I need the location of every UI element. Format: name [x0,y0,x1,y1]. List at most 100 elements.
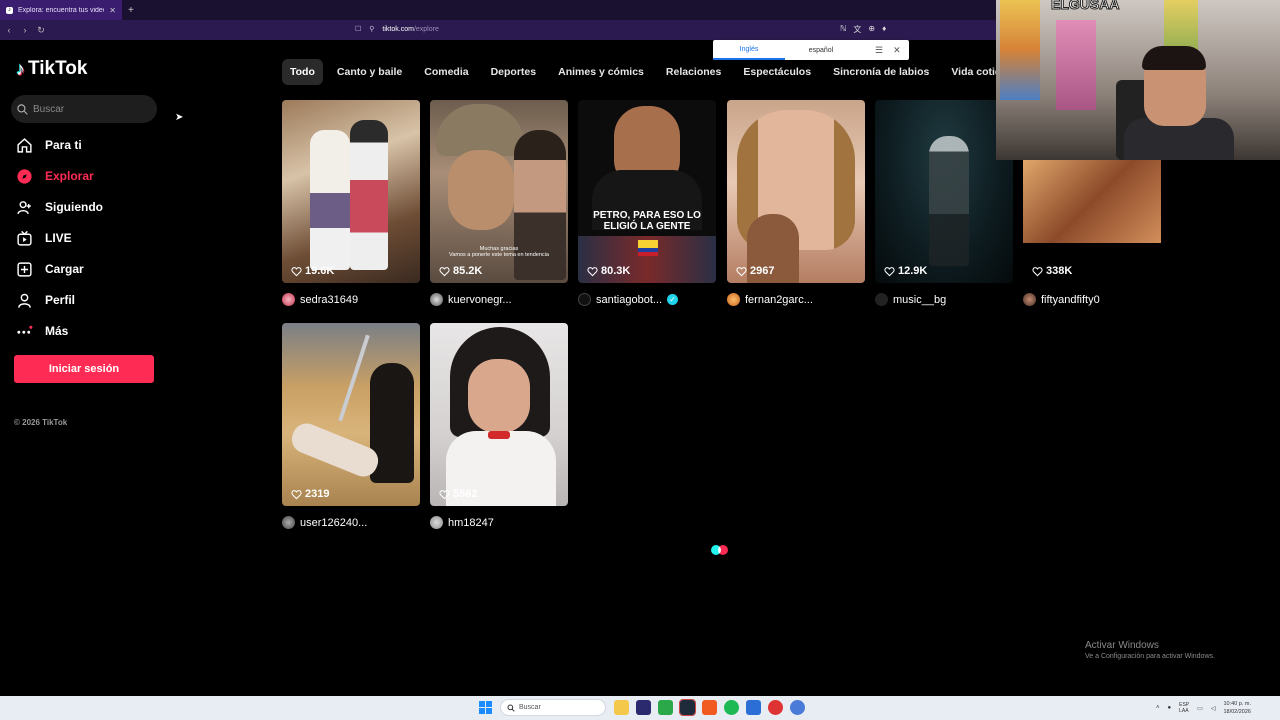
video-card[interactable]: 5562 hm18247 [430,323,568,529]
microphone-icon[interactable]: ● [1168,705,1172,711]
store-icon[interactable] [658,700,673,715]
upload-icon [16,261,33,278]
app-icon[interactable] [746,700,761,715]
premiere-icon[interactable] [636,700,651,715]
search-input[interactable]: Buscar [11,95,157,123]
video-card[interactable]: Muchas gracias Vamos a ponerle este tema… [430,100,568,306]
tab-canto-y-baile[interactable]: Canto y baile [329,59,410,85]
video-author[interactable]: santiagobot... ✓ [578,293,716,306]
sidebar-item-label: Perfil [45,293,76,307]
file-explorer-icon[interactable] [614,700,629,715]
tab-comedia[interactable]: Comedia [416,59,476,85]
thumbnail-face [448,150,514,230]
video-thumbnail[interactable]: Muchas gracias Vamos a ponerle este tema… [430,100,568,283]
translate-popup: Inglés español ☰ ✕ [713,40,909,60]
shield-icon[interactable]: ♦ [882,24,886,35]
video-thumbnail[interactable]: PETRO, PARA ESO LO ELIGIÓ LA GENTE 80.3K [578,100,716,283]
language-indicator[interactable]: ESP LAA [1179,702,1189,714]
url-host: tiktok.com [382,25,414,33]
translate-close-icon[interactable]: ✕ [893,45,901,56]
like-count-value: 19.6K [305,265,335,277]
video-card[interactable]: 2319 user126240... [282,323,420,529]
sidebar-item-label: LIVE [45,231,72,245]
video-author[interactable]: kuervonegr... [430,293,568,306]
tiktok-logo[interactable]: ♪ TikTok [16,58,87,80]
author-name: user126240... [300,516,368,529]
reader-icon[interactable]: ℕ [840,24,846,35]
video-author[interactable]: music__bg [875,293,1013,306]
thumbnail-bow [488,431,510,439]
tab-animes-y-comics[interactable]: Animes y cómics [550,59,652,85]
video-card[interactable]: 12.9K music__bg [875,100,1013,306]
sidebar-item-live[interactable]: LIVE [16,227,103,249]
tray-chevron-icon[interactable]: ˄ [1156,705,1160,711]
translate-source-tab[interactable]: Inglés [713,40,785,60]
video-author[interactable]: user126240... [282,516,420,529]
sidebar-item-para-ti[interactable]: Para ti [16,134,103,156]
tab-sincronia-de-labios[interactable]: Sincronía de labios [825,59,937,85]
video-author[interactable]: sedra31649 [282,293,420,306]
tab-todo[interactable]: Todo [282,59,323,85]
video-author[interactable]: fernan2garc... [727,293,865,306]
volume-icon[interactable]: ◁ [1211,705,1216,712]
video-thumbnail[interactable]: 2967 [727,100,865,283]
forward-icon[interactable]: › [18,25,32,35]
video-thumbnail[interactable]: 12.9K [875,100,1013,283]
video-thumbnail[interactable]: 5562 [430,323,568,506]
sidebar-item-cargar[interactable]: Cargar [16,258,103,280]
search-icon [507,704,515,712]
windows-start-icon[interactable] [479,701,492,714]
app-icon[interactable] [790,700,805,715]
site-info-icon[interactable]: ⚲ [369,25,374,33]
taskbar-search-input[interactable]: Buscar [500,699,606,716]
author-name: kuervonegr... [448,293,512,306]
translate-icon[interactable]: 文 [853,24,861,35]
video-card[interactable]: PETRO, PARA ESO LO ELIGIÓ LA GENTE 80.3K… [578,100,716,306]
network-icon[interactable]: ▭ [1197,705,1203,712]
bookmark-icon[interactable]: ☐ [355,25,361,33]
video-overlay-text: PETRO, PARA ESO LO ELIGIÓ LA GENTE [593,210,701,232]
sidebar-item-siguiendo[interactable]: Siguiendo [16,196,103,218]
tab-deportes[interactable]: Deportes [483,59,545,85]
close-tab-icon[interactable]: ✕ [109,6,116,15]
tab-espectaculos[interactable]: Espectáculos [735,59,819,85]
wall-poster [1056,20,1096,110]
translate-menu-icon[interactable]: ☰ [875,45,883,56]
taskbar-search-placeholder: Buscar [519,704,541,711]
like-count: 80.3K [587,265,630,277]
sidebar-item-mas[interactable]: Más [16,320,103,342]
back-icon[interactable]: ‹ [2,25,16,35]
like-count: 2319 [291,488,329,500]
tab-relaciones[interactable]: Relaciones [658,59,729,85]
address-bar[interactable]: ☐ ⚲ tiktok.com/explore [355,25,439,34]
video-thumbnail[interactable]: 2319 [282,323,420,506]
video-author[interactable]: fiftyandfifty0 [1023,293,1161,306]
avatar [282,516,295,529]
video-author[interactable]: hm18247 [430,516,568,529]
translate-target-tab[interactable]: español [785,47,857,54]
video-card[interactable]: 2967 fernan2garc... [727,100,865,306]
login-button[interactable]: Iniciar sesión [14,355,154,383]
windows-taskbar: Buscar ˄ ● ESP LAA ▭ ◁ 10:40 p. m. 18/02… [0,696,1280,720]
spotify-icon[interactable] [724,700,739,715]
sidebar-nav: Para ti Explorar Siguiendo LIVE Cargar P… [16,134,103,342]
zoom-icon[interactable]: ⊕ [868,24,875,35]
like-count: 12.9K [884,265,927,277]
like-count-value: 2319 [305,488,330,500]
heart-icon [291,489,302,499]
new-tab-button[interactable]: + [128,5,134,16]
avatar [727,293,740,306]
brave-icon[interactable] [702,700,717,715]
capcut-icon[interactable] [679,699,696,716]
reload-icon[interactable]: ↻ [34,25,48,36]
sidebar-item-explorar[interactable]: Explorar [16,165,103,187]
video-card[interactable]: 19.6K sedra31649 [282,100,420,306]
activate-title: Activar Windows [1085,640,1159,651]
video-thumbnail[interactable]: 19.6K [282,100,420,283]
chrome-icon[interactable] [768,700,783,715]
sidebar-item-label: Explorar [45,169,94,183]
browser-tab[interactable]: ♪ Explora: encuentra tus videos fa ✕ [0,0,122,20]
search-placeholder: Buscar [33,103,65,115]
taskbar-clock[interactable]: 10:40 p. m. 18/02/2026 [1223,700,1251,716]
sidebar-item-perfil[interactable]: Perfil [16,289,103,311]
